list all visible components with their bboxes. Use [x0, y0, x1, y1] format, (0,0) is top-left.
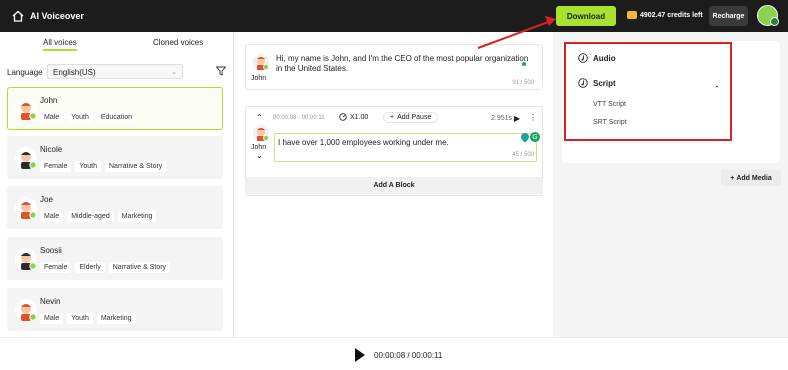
voice-name: Nicole	[40, 145, 63, 154]
audio-option-label: Audio	[593, 53, 616, 63]
language-select[interactable]: English(US) ⌄	[47, 64, 183, 79]
voice-tag: Narrative & Story	[105, 161, 167, 172]
voice-tag: Youth	[67, 112, 93, 123]
add-pause-label: Add Pause	[397, 114, 432, 121]
add-media-button[interactable]: + Add Media	[721, 170, 781, 186]
voice-tag: Youth	[67, 313, 93, 324]
download-script-option[interactable]: Script	[578, 78, 616, 88]
voice-tag: Male	[40, 211, 64, 222]
speaker-avatar[interactable]	[253, 54, 269, 70]
play-icon[interactable]: ▶	[514, 114, 520, 123]
script-text-input[interactable]: Hi, my name is John, and I'm the CEO of …	[274, 52, 536, 86]
voice-tag: Narrative & Story	[108, 262, 171, 273]
voice-card[interactable]: John Male Youth Education	[7, 87, 223, 130]
voice-name: Nevin	[40, 297, 61, 306]
app-title: AI Voiceover	[30, 11, 84, 21]
language-value: English(US)	[53, 68, 96, 77]
speed-control[interactable]: X1.00	[339, 113, 368, 121]
top-bar: AI Voiceover Download 4902.47 credits le…	[0, 0, 788, 32]
voice-tag: Marketing	[96, 313, 136, 324]
voice-name: Soosii	[40, 246, 62, 255]
speed-icon	[339, 113, 347, 121]
move-up-icon[interactable]: ⌃	[256, 113, 263, 122]
voice-card[interactable]: Nevin Male Youth Marketing	[7, 288, 223, 331]
play-button[interactable]	[355, 348, 365, 362]
download-audio-option[interactable]: Audio	[578, 53, 616, 63]
voice-tags: Male Youth Marketing	[40, 313, 136, 324]
home-icon[interactable]	[12, 10, 24, 22]
script-editor: John Hi, my name is John, and I'm the CE…	[235, 32, 553, 337]
user-avatar[interactable]	[757, 5, 779, 26]
voice-name: John	[40, 96, 58, 105]
chevron-up-icon[interactable]: ⌃	[714, 85, 720, 93]
voice-tag: Marketing	[117, 211, 157, 222]
tab-cloned-voices[interactable]: Cloned voices	[153, 38, 203, 47]
tab-all-voices[interactable]: All voices	[43, 38, 77, 51]
script-option-label: Script	[593, 78, 616, 88]
voice-card[interactable]: Joe Male Middle-aged Marketing	[7, 186, 223, 229]
filter-icon[interactable]	[216, 66, 226, 76]
media-panel: Audio Script ⌃ VTT Script SRT Script + A…	[553, 32, 788, 337]
character-count: 45 / 500	[512, 152, 534, 158]
voice-tags: Male Middle-aged Marketing	[40, 211, 157, 222]
voice-name: Joe	[40, 195, 53, 204]
credits-display: 4902.47 credits left	[627, 11, 703, 19]
voice-tags: Male Youth Education	[40, 112, 136, 123]
voice-tag: Male	[40, 112, 64, 123]
recharge-button[interactable]: Recharge	[709, 6, 748, 26]
credits-icon	[627, 11, 637, 19]
voice-tag: Middle-aged	[67, 211, 114, 222]
status-dot	[522, 62, 526, 66]
voice-tag: Female	[40, 262, 72, 273]
speaker-name: John	[251, 75, 267, 82]
credits-text: 4902.47 credits left	[640, 11, 703, 19]
music-note-icon	[578, 53, 588, 63]
block-duration: 2.951s	[491, 115, 513, 122]
plus-icon: +	[390, 114, 395, 121]
voice-tag: Youth	[75, 161, 101, 172]
voice-card[interactable]: Soosii Female Elderly Narrative & Story	[7, 237, 223, 280]
speaker-name: John	[251, 144, 267, 151]
block-time-range: 00:00:08 - 00:00:11	[273, 115, 325, 121]
add-block-button[interactable]: Add A Block	[245, 177, 543, 194]
voice-tags: Female Elderly Narrative & Story	[40, 262, 171, 273]
player-bar: 00:00:08 / 00:00:11	[0, 337, 788, 370]
voice-avatar	[15, 197, 37, 219]
voice-tag: Female	[40, 161, 72, 172]
voice-tag: Education	[96, 112, 136, 123]
character-count: 91 / 500	[512, 80, 534, 86]
download-button[interactable]: Download	[556, 6, 616, 26]
voice-tag: Male	[40, 313, 64, 324]
speed-value: X1.00	[350, 113, 369, 121]
voice-avatar	[15, 248, 37, 270]
voice-avatar	[15, 98, 37, 120]
music-note-icon	[578, 78, 588, 88]
more-options-icon[interactable]: ⋮	[529, 113, 537, 122]
script-block[interactable]: John Hi, my name is John, and I'm the CE…	[245, 44, 543, 90]
vtt-script-option[interactable]: VTT Script	[593, 101, 626, 108]
player-time: 00:00:08 / 00:00:11	[374, 351, 443, 360]
voice-tags: Female Youth Narrative & Story	[40, 161, 167, 172]
grammar-check-icon[interactable]: G	[530, 132, 540, 142]
voice-panel: All voices Cloned voices Language Englis…	[0, 32, 234, 337]
download-options-panel: Audio Script ⌃ VTT Script SRT Script	[562, 41, 780, 163]
script-text-input[interactable]: I have over 1,000 employees working unde…	[274, 133, 537, 162]
voice-tag: Elderly	[75, 262, 105, 273]
voice-avatar	[15, 299, 37, 321]
add-media-label: Add Media	[736, 174, 772, 182]
move-down-icon[interactable]: ⌄	[256, 151, 263, 160]
srt-script-option[interactable]: SRT Script	[593, 119, 627, 126]
download-menu-highlight: Audio Script ⌃ VTT Script SRT Script	[564, 42, 732, 141]
add-pause-button[interactable]: + Add Pause	[383, 112, 439, 123]
speaker-avatar[interactable]	[253, 125, 269, 141]
voice-avatar	[15, 147, 37, 169]
language-label: Language	[7, 68, 43, 77]
voice-card[interactable]: Nicole Female Youth Narrative & Story	[7, 136, 223, 179]
chevron-down-icon: ⌄	[171, 69, 177, 76]
